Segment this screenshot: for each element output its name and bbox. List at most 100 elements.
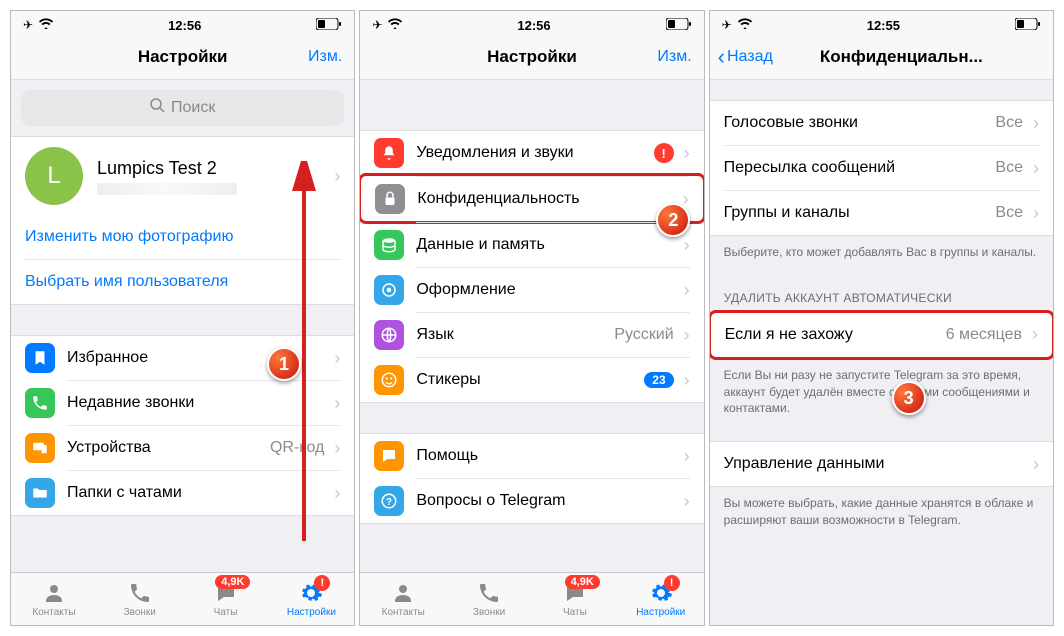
tab-contacts[interactable]: Контакты [11,573,97,625]
chevron-icon: › [684,325,690,346]
search-placeholder: Поиск [171,99,215,117]
avatar: L [25,147,83,205]
annotation-3: 3 [892,381,926,415]
row-appearance[interactable]: Оформление› [360,267,703,312]
nav-bar: Настройки Изм. [11,35,354,80]
settings-alert-icon: ! [314,575,330,591]
phone-icon [128,581,152,605]
wifi-icon [39,18,53,32]
tab-settings[interactable]: !Настройки [268,573,354,625]
tab-calls[interactable]: Звонки [97,573,183,625]
sticker-badge: 23 [644,372,673,388]
row-voice-calls[interactable]: Голосовые звонкиВсе› [710,101,1053,145]
status-bar: ✈︎ 12:56 [11,11,354,35]
profile-row[interactable]: L Lumpics Test 2 › [11,137,354,215]
nav-title: Настройки [487,47,577,67]
contact-icon [42,581,66,605]
chevron-icon: › [1033,454,1039,475]
tab-chats[interactable]: 4,9KЧаты [183,573,269,625]
status-time: 12:55 [867,18,900,33]
battery-icon [1015,18,1041,33]
row-devices[interactable]: УстройстваQR-код› [11,425,354,470]
alert-icon: ! [654,143,674,163]
lock-icon [375,184,405,214]
chevron-icon: › [334,166,340,187]
devices-icon [25,433,55,463]
content-settings-2: Уведомления и звуки!› Конфиденциальность… [360,80,703,572]
profile-subtitle-blur [97,183,237,195]
svg-text:?: ? [386,496,392,507]
row-saved[interactable]: Избранное› [11,336,354,380]
phone-icon [477,581,501,605]
airplane-icon: ✈︎ [23,18,33,32]
row-privacy[interactable]: Конфиденциальность› [360,173,703,224]
row-language[interactable]: ЯзыкРусский› [360,312,703,357]
content-privacy: Голосовые звонкиВсе› Пересылка сообщений… [710,80,1053,625]
chat-icon [374,441,404,471]
phone-3: ✈︎ 12:55 ‹Назад Конфиденциальн... Голосо… [709,10,1054,626]
edit-button[interactable]: Изм. [308,48,342,66]
status-time: 12:56 [517,18,550,33]
edit-button[interactable]: Изм. [657,48,691,66]
question-icon: ? [374,486,404,516]
change-photo-link[interactable]: Изменить мою фотографию [11,215,354,259]
chevron-icon: › [684,491,690,512]
chevron-icon: › [334,393,340,414]
contact-icon [391,581,415,605]
row-data-management[interactable]: Управление данными› [710,442,1053,486]
search-icon [150,98,165,118]
tab-chats[interactable]: 4,9KЧаты [532,573,618,625]
phone-2: ✈︎ 12:56 Настройки Изм. Уведомления и зв… [359,10,704,626]
chevron-icon: › [334,438,340,459]
tab-bar: Контакты Звонки 4,9KЧаты !Настройки [360,572,703,625]
airplane-icon: ✈︎ [722,18,732,32]
chevron-icon: › [1033,203,1039,224]
chevron-icon: › [1033,158,1039,179]
airplane-icon: ✈︎ [372,18,382,32]
chevron-icon: › [684,280,690,301]
chevron-icon: › [684,370,690,391]
storage-icon [374,230,404,260]
bell-icon [374,138,404,168]
tab-settings[interactable]: !Настройки [618,573,704,625]
battery-icon [666,18,692,33]
choose-username-link[interactable]: Выбрать имя пользователя [11,259,354,304]
row-stickers[interactable]: Стикеры23› [360,357,703,402]
chevron-icon: › [1033,113,1039,134]
status-bar: ✈︎ 12:56 [360,11,703,35]
back-button[interactable]: ‹Назад [718,44,773,70]
row-folders[interactable]: Папки с чатами› [11,470,354,515]
section-footer: Если Вы ни разу не запустите Telegram за… [710,359,1053,429]
nav-bar: ‹Назад Конфиденциальн... [710,35,1053,80]
chevron-icon: › [334,483,340,504]
row-recent-calls[interactable]: Недавние звонки› [11,380,354,425]
tab-contacts[interactable]: Контакты [360,573,446,625]
row-groups-channels[interactable]: Группы и каналыВсе› [710,190,1053,235]
row-help[interactable]: Помощь› [360,434,703,478]
settings-alert-icon: ! [664,575,680,591]
sticker-icon [374,365,404,395]
nav-bar: Настройки Изм. [360,35,703,80]
row-if-away[interactable]: Если я не захожу6 месяцев› [710,310,1053,360]
chevron-icon: › [684,235,690,256]
row-data-storage[interactable]: Данные и память› [360,222,703,267]
row-forwarding[interactable]: Пересылка сообщенийВсе› [710,145,1053,190]
section-header-delete: Удалить аккаунт автоматически [710,273,1053,311]
section-footer: Вы можете выбрать, какие данные хранятся… [710,487,1053,541]
chevron-icon: › [684,446,690,467]
tab-calls[interactable]: Звонки [446,573,532,625]
folder-icon [25,478,55,508]
nav-title: Конфиденциальн... [820,47,983,67]
status-bar: ✈︎ 12:55 [710,11,1053,35]
battery-icon [316,18,342,33]
chats-badge: 4,9K [565,575,600,589]
phone-1: ✈︎ 12:56 Настройки Изм. Поиск L Lumpics … [10,10,355,626]
row-notifications[interactable]: Уведомления и звуки!› [360,131,703,175]
search-input[interactable]: Поиск [21,90,344,126]
phone-icon [25,388,55,418]
row-faq[interactable]: ? Вопросы о Telegram› [360,478,703,523]
appearance-icon [374,275,404,305]
nav-title: Настройки [138,47,228,67]
bookmark-icon [25,343,55,373]
status-time: 12:56 [168,18,201,33]
